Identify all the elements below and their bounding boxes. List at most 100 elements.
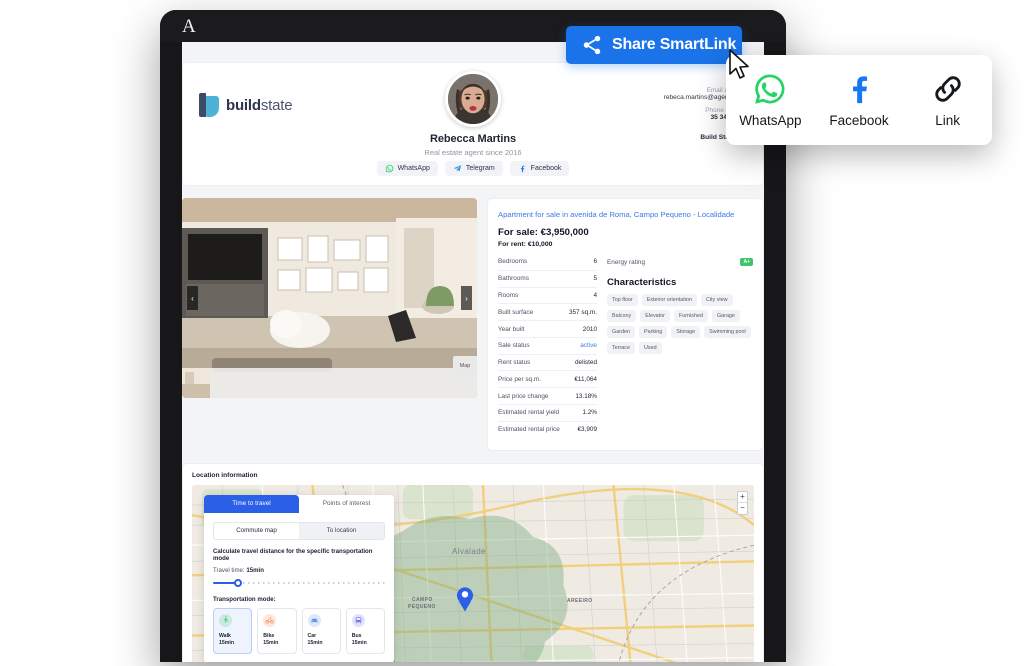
agent-social-row: WhatsApp Telegram Facebook [183, 161, 763, 176]
bus-icon [351, 613, 365, 627]
property-title[interactable]: Apartment for sale in avenida de Roma, C… [498, 209, 753, 220]
property-spec-row: Last price change 13.18% [498, 388, 597, 406]
property-spec-label: Estimated rental price [498, 426, 560, 434]
energy-rating-row: Energy rating A+ [607, 254, 753, 271]
map-label: PEQUENO [408, 603, 436, 610]
gallery-map-tab[interactable]: Map [453, 356, 477, 376]
buildstate-logo: buildstate [199, 93, 293, 117]
characteristic-tag: Parking [638, 325, 668, 338]
gallery-prev-button[interactable]: ‹ [187, 286, 198, 310]
characteristic-tag: Used [638, 341, 662, 354]
property-spec-row: Sale status active [498, 338, 597, 355]
property-spec-value: €11,064 [574, 375, 597, 383]
travel-time-value: 15min [246, 566, 264, 574]
property-spec-row: Price per sq.m. €11,064 [498, 371, 597, 389]
transport-mode-bus[interactable]: Bus 15min [345, 607, 385, 654]
property-spec-row: Year built 2010 [498, 321, 597, 338]
facebook-icon [853, 76, 868, 104]
map-label: CAMPO [412, 596, 433, 603]
facebook-icon [520, 165, 524, 173]
location-map[interactable]: CAMPO GRANDE Alvalade CAMPO PEQUENO AREE… [192, 484, 754, 662]
travel-time-slider[interactable] [213, 578, 385, 587]
property-spec-row: Built surface 357 sq.m. [498, 304, 597, 322]
subtab-to-location[interactable]: To location [299, 523, 384, 539]
property-spec-value: 2010 [582, 325, 597, 333]
agent-social-facebook[interactable]: Facebook [509, 161, 570, 176]
share-option-whatsapp-label: WhatsApp [739, 113, 802, 128]
characteristic-tag: Elevator [640, 309, 670, 322]
logo-bold: build [226, 96, 261, 114]
share-popover: WhatsApp Facebook Link [726, 55, 992, 145]
transport-mode-bike[interactable]: Bike 15min [257, 607, 297, 654]
agent-social-facebook-label: Facebook [530, 165, 562, 172]
property-price-rent: For rent: €10,000 [498, 241, 553, 248]
transport-mode-time: 15min [307, 640, 323, 647]
travel-time-label: Travel time: [213, 566, 245, 574]
transport-mode-car[interactable]: Car 15min [301, 607, 341, 654]
property-spec-row: Bathrooms 5 [498, 271, 597, 288]
transport-mode-name: Car [307, 632, 317, 639]
property-specs-list: Bedrooms 6 Bathrooms 5 Rooms 4 Built surface 35… [498, 254, 597, 438]
agent-card: buildstate Rebecca Martins Real estate a… [182, 62, 764, 186]
property-spec-value: 6 [593, 258, 597, 266]
tab-time-to-travel[interactable]: Time to travel [204, 494, 299, 513]
agent-social-whatsapp-label: WhatsApp [397, 165, 430, 172]
property-spec-label: Bedrooms [498, 258, 528, 266]
location-heading: Location information [192, 471, 258, 479]
characteristic-tag: Balcony [607, 309, 637, 322]
share-option-link[interactable]: Link [912, 72, 984, 128]
travel-time-row: Travel time: 15min [213, 567, 385, 574]
slider-knob[interactable] [233, 578, 242, 587]
share-nodes-icon [583, 35, 601, 55]
property-spec-value: €3,909 [577, 426, 597, 434]
avatar [445, 71, 501, 127]
energy-rating-badge: A+ [740, 258, 753, 267]
tab-points-of-interest[interactable]: Points of interest [299, 494, 394, 513]
agent-social-telegram[interactable]: Telegram [444, 161, 503, 176]
transport-mode-name: Walk [219, 632, 231, 639]
map-label: Alvalade [452, 546, 486, 556]
property-gallery[interactable]: ‹ › Map [182, 198, 477, 398]
share-option-facebook[interactable]: Facebook [823, 72, 895, 128]
transport-mode-walk[interactable]: Walk 15min [213, 607, 253, 654]
property-spec-value: 13.18% [575, 392, 597, 400]
property-spec-label: Rent status [498, 359, 531, 367]
share-smartlink-button[interactable]: Share SmartLink [566, 26, 742, 64]
gallery-thumbnails[interactable] [182, 368, 477, 398]
property-spec-label: Rooms [498, 291, 519, 299]
map-zoom-in-button[interactable]: + [738, 492, 747, 503]
agent-social-telegram-label: Telegram [465, 165, 495, 172]
characteristics-title: Characteristics [607, 276, 677, 288]
property-spec-row: Rooms 4 [498, 288, 597, 305]
property-spec-label: Last price change [498, 392, 549, 400]
telegram-icon [453, 165, 462, 172]
subtab-commute-map[interactable]: Commute map [214, 522, 299, 539]
travel-panel: Time to travel Points of interest Commut… [204, 494, 394, 662]
device-frame: A buildstate Rebecca Martins Real estate… [160, 10, 786, 662]
property-spec-row: Rent status delisted [498, 355, 597, 372]
property-spec-value[interactable]: active [580, 342, 597, 349]
whatsapp-icon [755, 74, 785, 104]
agent-social-whatsapp[interactable]: WhatsApp [376, 161, 438, 176]
property-spec-value: 357 sq.m. [568, 308, 597, 316]
avatar-image [448, 74, 498, 124]
transport-mode-time: 15min [219, 640, 234, 647]
map-zoom-controls[interactable]: + − [737, 490, 748, 515]
characteristic-tag: Storage [671, 325, 701, 338]
property-spec-label: Sale status [498, 342, 530, 350]
property-details: Apartment for sale in avenida de Roma, C… [487, 198, 764, 451]
characteristic-tag: City view [700, 293, 733, 306]
transport-mode-time: 15min [263, 640, 279, 647]
map-label: AREEIRO [567, 597, 593, 604]
property-row: ‹ › Map Apartment for sale in avenida de… [182, 198, 764, 451]
characteristics-tags: Top floor Exterior orientation City view Ba… [607, 293, 753, 354]
gallery-thumbnail[interactable] [182, 368, 210, 398]
buildstate-logo-text: buildstate [226, 96, 293, 114]
gallery-next-button[interactable]: › [461, 286, 472, 310]
share-option-facebook-label: Facebook [829, 113, 889, 128]
map-zoom-out-button[interactable]: − [738, 503, 747, 514]
agent-subtitle: Real estate agent since 2016 [424, 148, 522, 157]
property-spec-value: 4 [593, 291, 597, 299]
transport-modes: Walk 15min Bike 15min Car 15min Bus 15min [213, 607, 385, 654]
gallery-map-tab-label: Map [459, 363, 471, 369]
